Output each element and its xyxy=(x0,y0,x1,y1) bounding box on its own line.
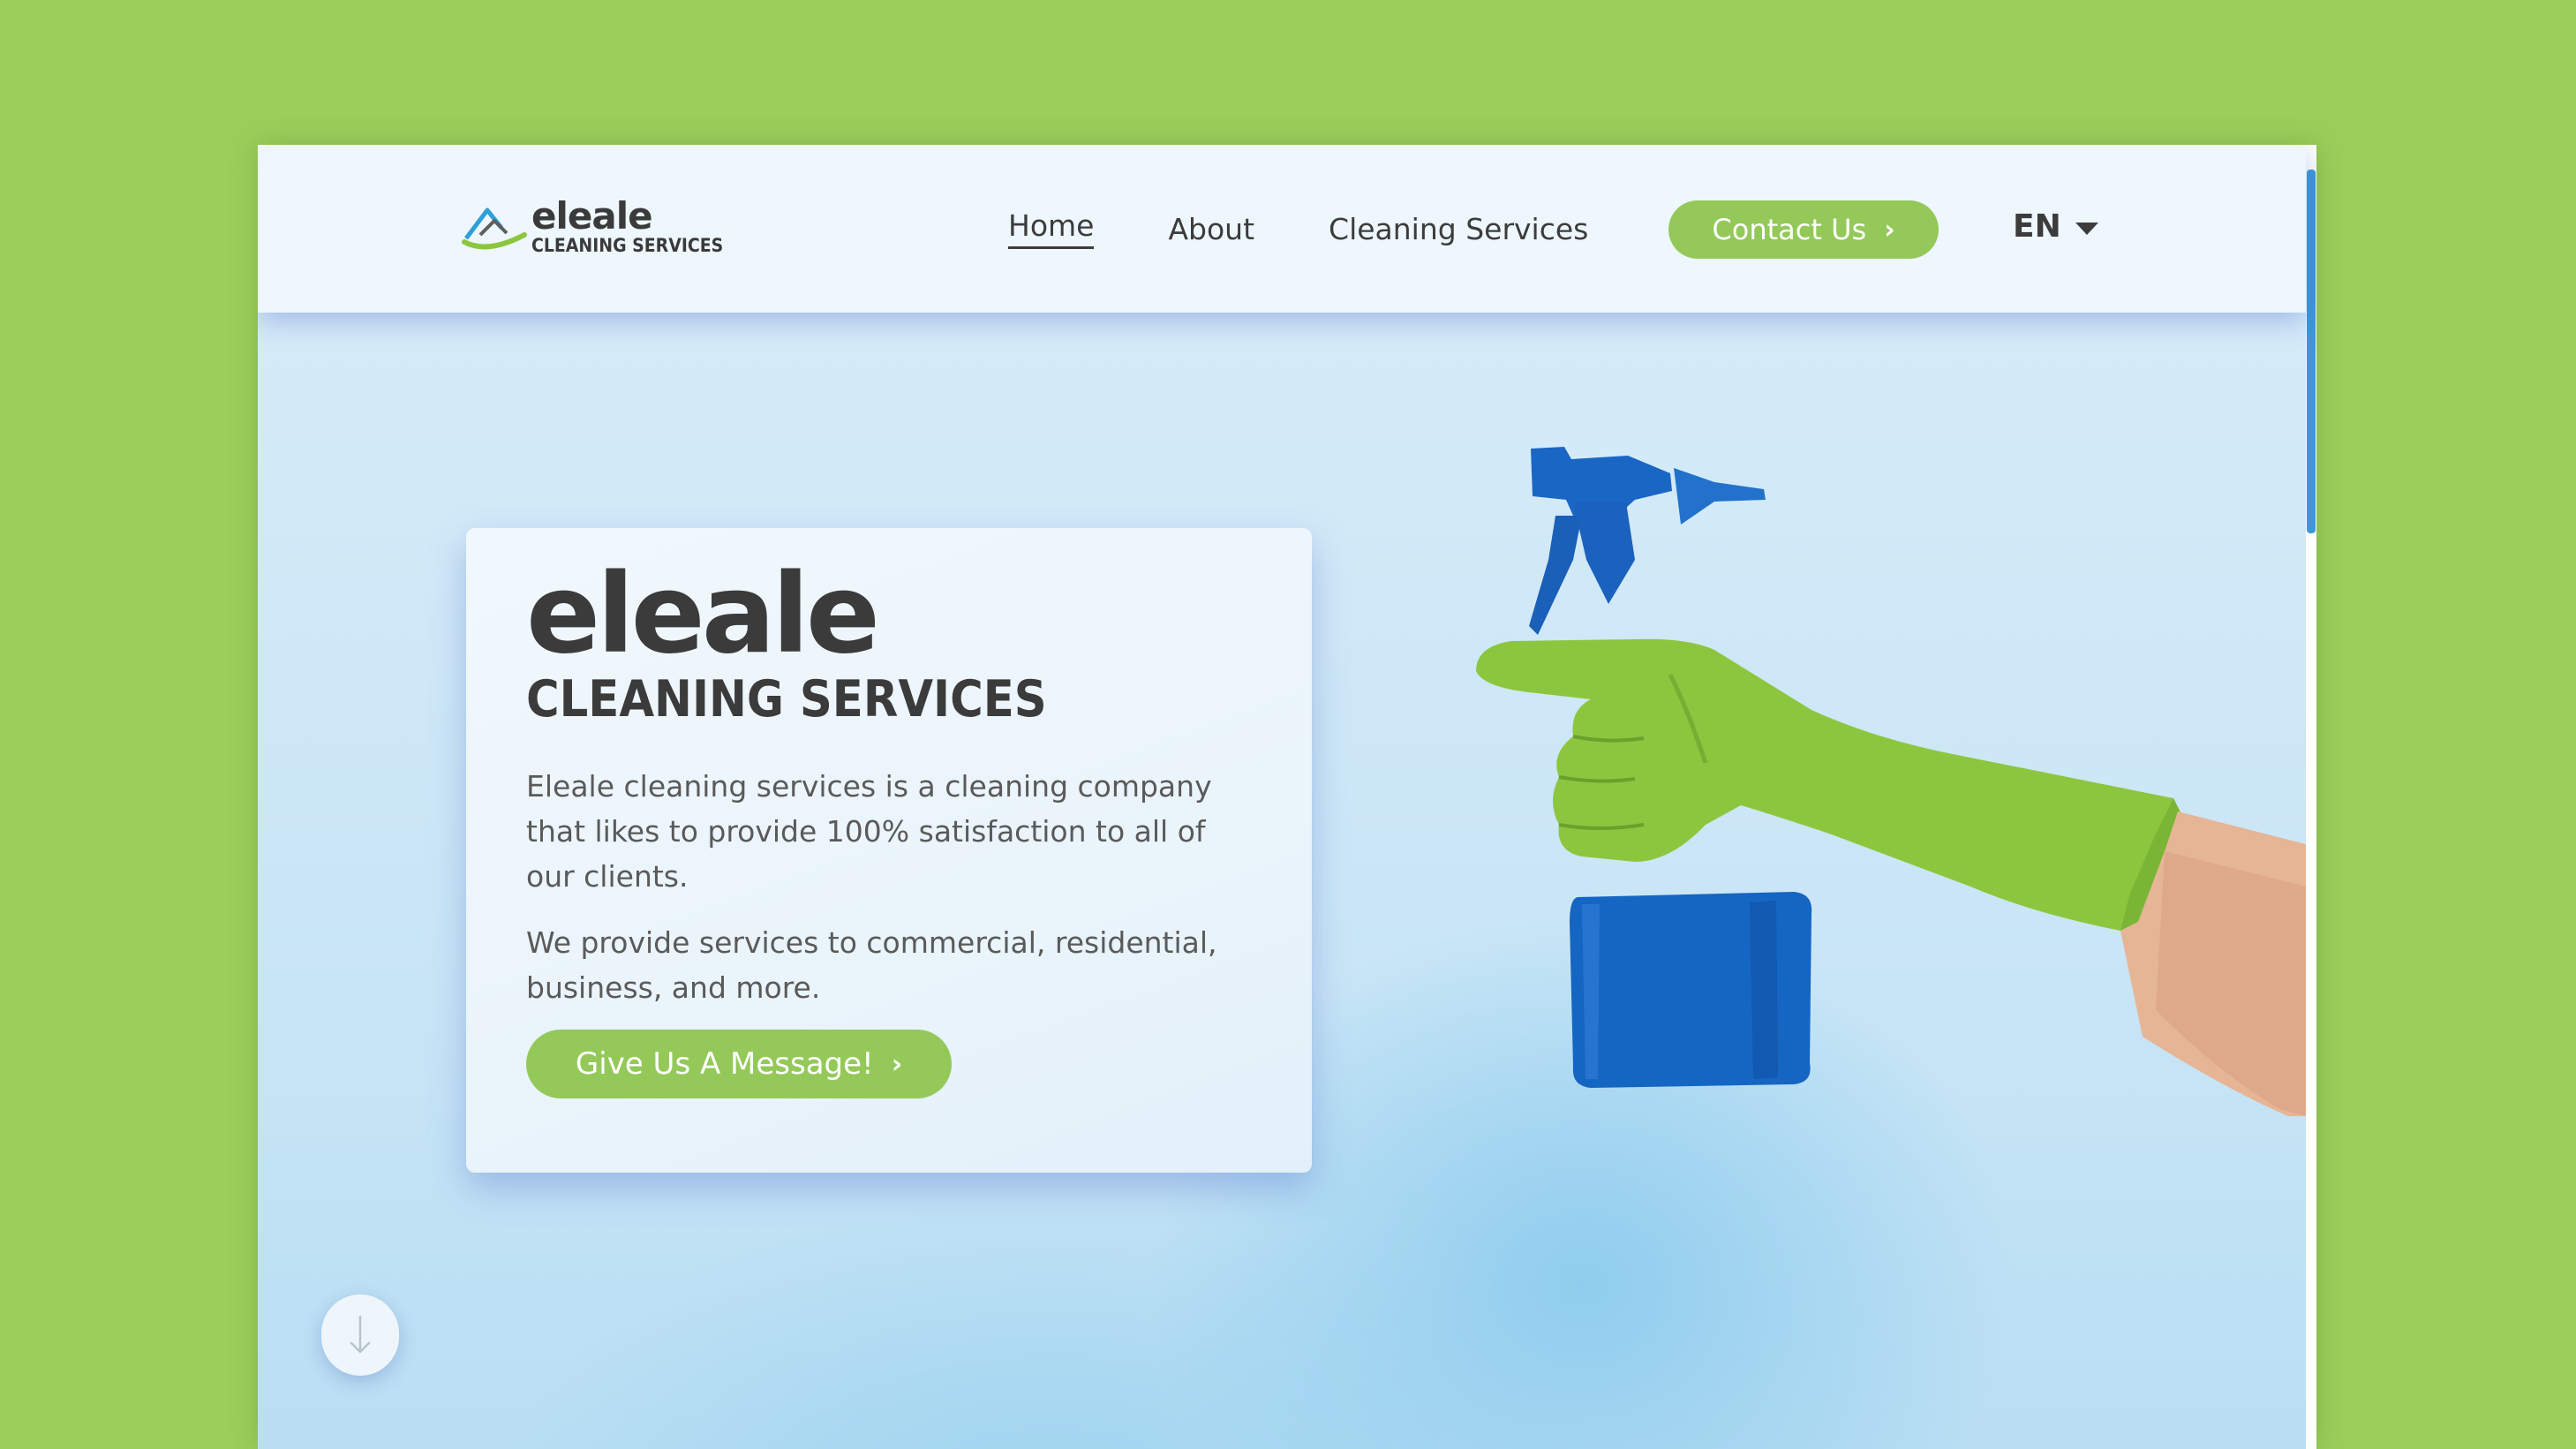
language-label: EN xyxy=(2013,208,2061,245)
arrow-down-icon xyxy=(350,1315,371,1354)
hero-description: Eleale cleaning services is a cleaning c… xyxy=(526,769,1212,894)
hero-subtitle: CLEANING SERVICES xyxy=(526,670,1047,728)
logo-name: eleale xyxy=(531,194,653,238)
chevron-right-icon: › xyxy=(891,1048,903,1080)
logo-tagline: CLEANING SERVICES xyxy=(531,235,724,256)
chevron-right-icon: › xyxy=(1884,214,1895,245)
contact-us-label: Contact Us xyxy=(1712,213,1867,246)
scrollbar-track[interactable] xyxy=(2306,145,2316,1449)
hero-services-text: We provide services to commercial, resid… xyxy=(526,925,1217,1005)
give-us-a-message-button[interactable]: Give Us A Message! › xyxy=(526,1030,952,1098)
contact-us-button[interactable]: Contact Us › xyxy=(1668,200,1939,259)
message-button-label: Give Us A Message! xyxy=(575,1046,874,1082)
nav-item-cleaning-services[interactable]: Cleaning Services xyxy=(1329,212,1588,246)
scroll-down-button[interactable] xyxy=(321,1294,399,1376)
green-glove xyxy=(1476,638,2182,931)
scrollbar-thumb[interactable] xyxy=(2307,170,2316,533)
caret-down-icon xyxy=(2075,222,2098,235)
main-nav: Home About Cleaning Services xyxy=(1008,145,1662,313)
hero-title: eleale xyxy=(526,551,880,678)
logo[interactable]: eleale CLEANING SERVICES xyxy=(461,198,723,255)
site-header: eleale CLEANING SERVICES Home About Clea… xyxy=(258,145,2306,313)
house-roof-icon xyxy=(462,208,527,249)
nav-item-home[interactable]: Home xyxy=(1008,208,1095,249)
hero-card: eleale CLEANING SERVICES Eleale cleaning… xyxy=(466,528,1312,1173)
nav-item-about[interactable]: About xyxy=(1168,212,1254,246)
browser-window: eleale CLEANING SERVICES Home About Clea… xyxy=(258,145,2316,1449)
language-selector[interactable]: EN xyxy=(2013,208,2098,245)
